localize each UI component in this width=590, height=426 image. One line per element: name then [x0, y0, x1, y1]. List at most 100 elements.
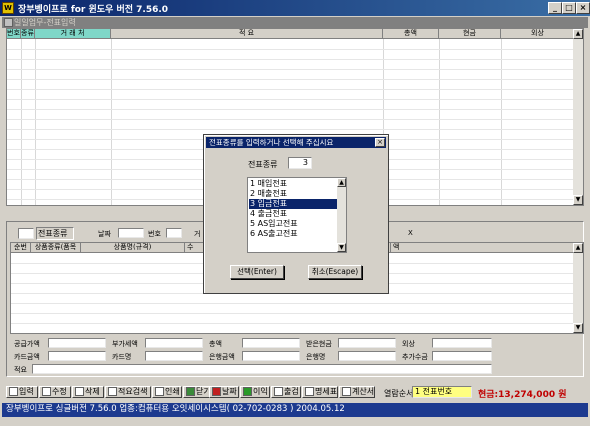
cash-total-text: 현금:13,274,000 원: [478, 390, 567, 400]
col-header-number[interactable]: 번호: [7, 29, 21, 39]
card-amount-label: 카드금액: [14, 353, 40, 361]
list-item[interactable]: 1 매입전표: [249, 179, 337, 189]
dialog-close-button[interactable]: ×: [375, 138, 385, 147]
slip-type-code-field[interactable]: [18, 228, 34, 239]
col-header-memo[interactable]: 적 요: [111, 29, 383, 39]
slip-list-scrollbar[interactable]: ▲ ▼: [573, 29, 583, 205]
maximize-button[interactable]: □: [562, 2, 576, 14]
total-label: 총액: [209, 340, 222, 348]
number-field[interactable]: [166, 228, 182, 238]
exit-icon: [186, 387, 195, 396]
col-header-item-name[interactable]: 상품명(규격): [81, 243, 185, 253]
memo-label: 적요: [14, 366, 27, 374]
mdi-title-bar: 일일업무-전표입력: [2, 17, 588, 28]
document-icon: [4, 18, 13, 27]
col-header-amount[interactable]: 액: [391, 243, 575, 253]
col-header-type[interactable]: 종류: [21, 29, 35, 39]
select-enter-button[interactable]: 선택(Enter): [230, 265, 284, 279]
close-button[interactable]: ×: [576, 2, 590, 14]
col-header-seq[interactable]: 순번: [11, 243, 31, 253]
credit-field[interactable]: [432, 338, 492, 348]
scroll-down-arrow-icon[interactable]: ▼: [573, 323, 583, 333]
printer-icon: [155, 387, 164, 396]
date-button[interactable]: 날짜: [209, 386, 239, 398]
dialog-title-bar[interactable]: 전표종류를 입력하거나 선택해 주십시요 ×: [206, 137, 386, 148]
date-field[interactable]: [118, 228, 144, 238]
app-icon: W: [2, 2, 14, 14]
cancel-escape-button[interactable]: 취소(Escape): [308, 265, 362, 279]
mdi-title: 일일업무-전표입력: [14, 18, 76, 27]
item-grid-scrollbar[interactable]: ▲ ▼: [573, 243, 583, 333]
bank-amount-label: 은행금액: [209, 353, 235, 361]
number-label: 번호: [148, 230, 161, 238]
ship-button[interactable]: 출검: [271, 386, 301, 398]
supply-amount-field[interactable]: [48, 338, 106, 348]
scroll-up-arrow-icon[interactable]: ▲: [337, 178, 346, 187]
listbox-scrollbar[interactable]: ▲ ▼: [337, 178, 346, 252]
total-field[interactable]: [242, 338, 300, 348]
scroll-up-arrow-icon[interactable]: ▲: [573, 243, 583, 253]
scroll-down-arrow-icon[interactable]: ▼: [573, 195, 583, 205]
card-amount-field[interactable]: [48, 351, 106, 361]
invoice-button[interactable]: 계산서: [339, 386, 375, 398]
additional-field[interactable]: [432, 351, 492, 361]
new-document-icon: [9, 387, 18, 396]
slip-type-dialog: 전표종류를 입력하거나 선택해 주십시요 × 전표종류 3 1 매입전표 2 매…: [203, 134, 389, 294]
bank-name-field[interactable]: [338, 351, 396, 361]
edit-button[interactable]: 수정: [39, 386, 71, 398]
vat-field[interactable]: [145, 338, 203, 348]
card-name-field[interactable]: [145, 351, 203, 361]
partner-label: 거: [194, 230, 201, 238]
memo-field[interactable]: [32, 364, 492, 374]
col-header-credit[interactable]: 외상: [501, 29, 575, 39]
trailing-mark: X: [408, 229, 413, 237]
scroll-down-arrow-icon[interactable]: ▼: [337, 243, 346, 252]
additional-label: 추가수금: [402, 353, 428, 361]
list-item[interactable]: 4 출금전표: [249, 209, 337, 219]
cash-received-field[interactable]: [338, 338, 396, 348]
slip-type-label: 전표종류: [36, 227, 74, 240]
credit-label: 외상: [402, 340, 415, 348]
delete-icon: [75, 387, 84, 396]
memo-search-button[interactable]: 적요검색: [105, 386, 151, 398]
edit-icon: [42, 387, 51, 396]
profit-icon: [243, 387, 252, 396]
dialog-slip-type-input[interactable]: 3: [288, 157, 312, 169]
card-name-label: 카드명: [112, 353, 132, 361]
list-item-selected[interactable]: 3 입금전표: [249, 199, 337, 209]
list-item[interactable]: 5 AS입고전표: [249, 219, 337, 229]
statement-button[interactable]: 명세표: [302, 386, 338, 398]
print-button[interactable]: 인쇄: [152, 386, 182, 398]
window-title-bar[interactable]: W 장부벵이프로 for 윈도우 버전 7.56.0 _ □ ×: [0, 0, 590, 16]
delete-button[interactable]: 삭제: [72, 386, 104, 398]
scroll-up-arrow-icon[interactable]: ▲: [573, 29, 583, 39]
view-order-label: 열람순서: [384, 389, 414, 398]
supply-amount-label: 공급가액: [14, 340, 40, 348]
col-header-cash[interactable]: 현금: [439, 29, 501, 39]
list-item[interactable]: 6 AS출고전표: [249, 229, 337, 239]
col-header-partner[interactable]: 거 래 처: [35, 29, 111, 39]
minimize-button[interactable]: _: [548, 2, 562, 14]
margin-button[interactable]: 이익: [240, 386, 270, 398]
cash-received-label: 받은현금: [306, 340, 332, 348]
view-order-select[interactable]: 1 전표번호: [412, 386, 472, 398]
bank-name-label: 은행명: [306, 353, 326, 361]
invoice-icon: [342, 387, 351, 396]
date-label: 날짜: [98, 230, 111, 238]
vat-label: 부가세액: [112, 340, 138, 348]
calendar-icon: [212, 387, 221, 396]
slip-type-listbox[interactable]: 1 매입전표 2 매출전표 3 입금전표 4 출금전표 5 AS입고전표 6 A…: [247, 177, 347, 253]
bank-amount-field[interactable]: [242, 351, 300, 361]
list-item[interactable]: 2 매출전표: [249, 189, 337, 199]
window-title: 장부벵이프로 for 윈도우 버전 7.56.0: [18, 5, 169, 15]
status-bar: 장부벵이프로 싱글버전 7.56.0 업종:컴퓨터용 오잇세이시스템( 02-7…: [2, 403, 588, 417]
search-icon: [108, 387, 117, 396]
col-header-item-type[interactable]: 상품종류(품목: [31, 243, 81, 253]
dialog-title: 전표종류를 입력하거나 선택해 주십시요: [209, 138, 334, 147]
col-header-total[interactable]: 총액: [383, 29, 439, 39]
statement-icon: [305, 387, 314, 396]
dialog-slip-type-label: 전표종류: [248, 160, 278, 169]
input-button[interactable]: 입력: [6, 386, 38, 398]
status-text: 장부벵이프로 싱글버전 7.56.0 업종:컴퓨터용 오잇세이시스템( 02-7…: [6, 404, 345, 414]
ship-icon: [274, 387, 283, 396]
